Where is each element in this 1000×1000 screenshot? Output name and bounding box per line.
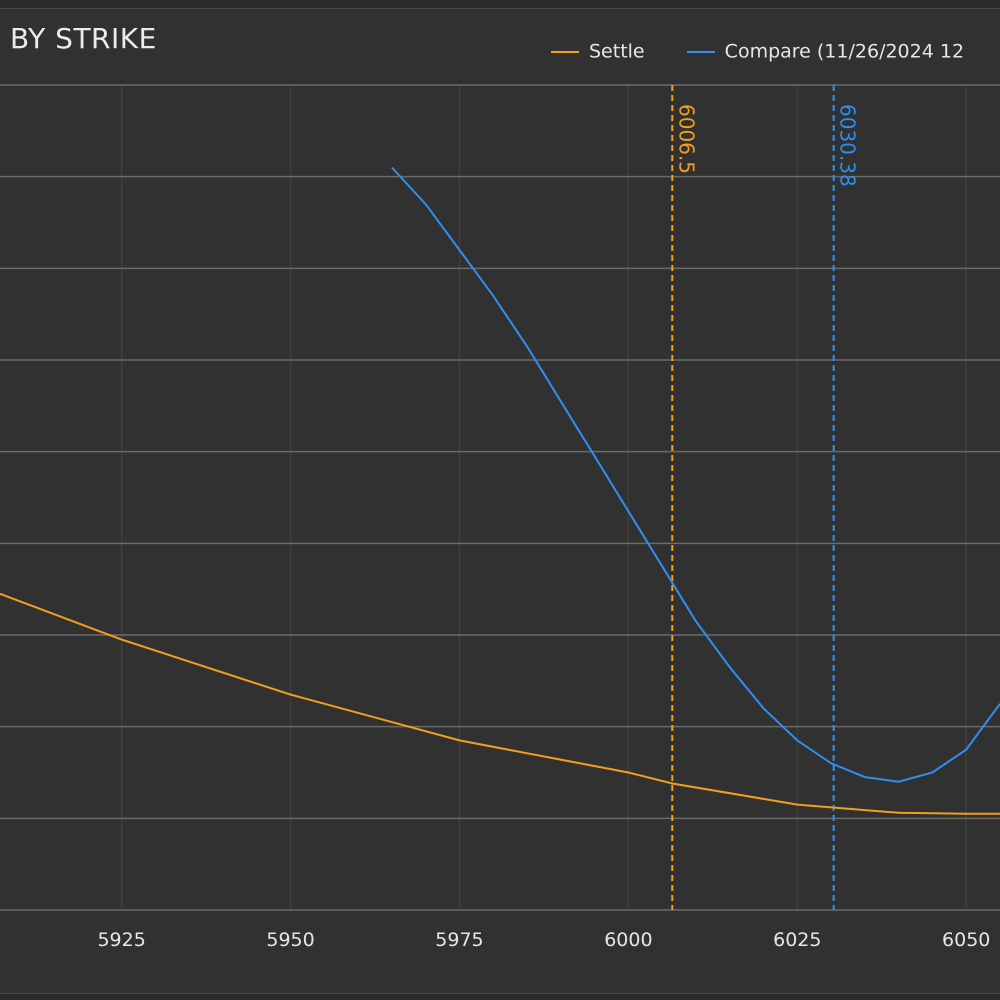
x-tick-label: 6025 (773, 929, 821, 951)
marker-lines: 6006.5 6030.38 (671, 85, 860, 910)
minor-gridlines (120, 85, 967, 910)
series-line (391, 166, 1000, 783)
major-gridlines (0, 84, 1000, 911)
x-tick-label: 5950 (266, 929, 314, 951)
series-lines (0, 166, 1000, 815)
strike-chart: 6006.5 6030.38 5925 5950 5975 6000 6025 6050 (0, 84, 1000, 951)
series-line (0, 592, 1000, 815)
x-tick-label: 5975 (435, 929, 483, 951)
x-tick-label: 6050 (942, 929, 990, 951)
marker-label: 6030.38 (836, 104, 860, 187)
x-axis-ticks: 5925 5950 5975 6000 6025 6050 (97, 929, 990, 951)
marker-label: 6006.5 (674, 104, 698, 174)
x-tick-label: 5925 (97, 929, 145, 951)
x-tick-label: 6000 (604, 929, 652, 951)
